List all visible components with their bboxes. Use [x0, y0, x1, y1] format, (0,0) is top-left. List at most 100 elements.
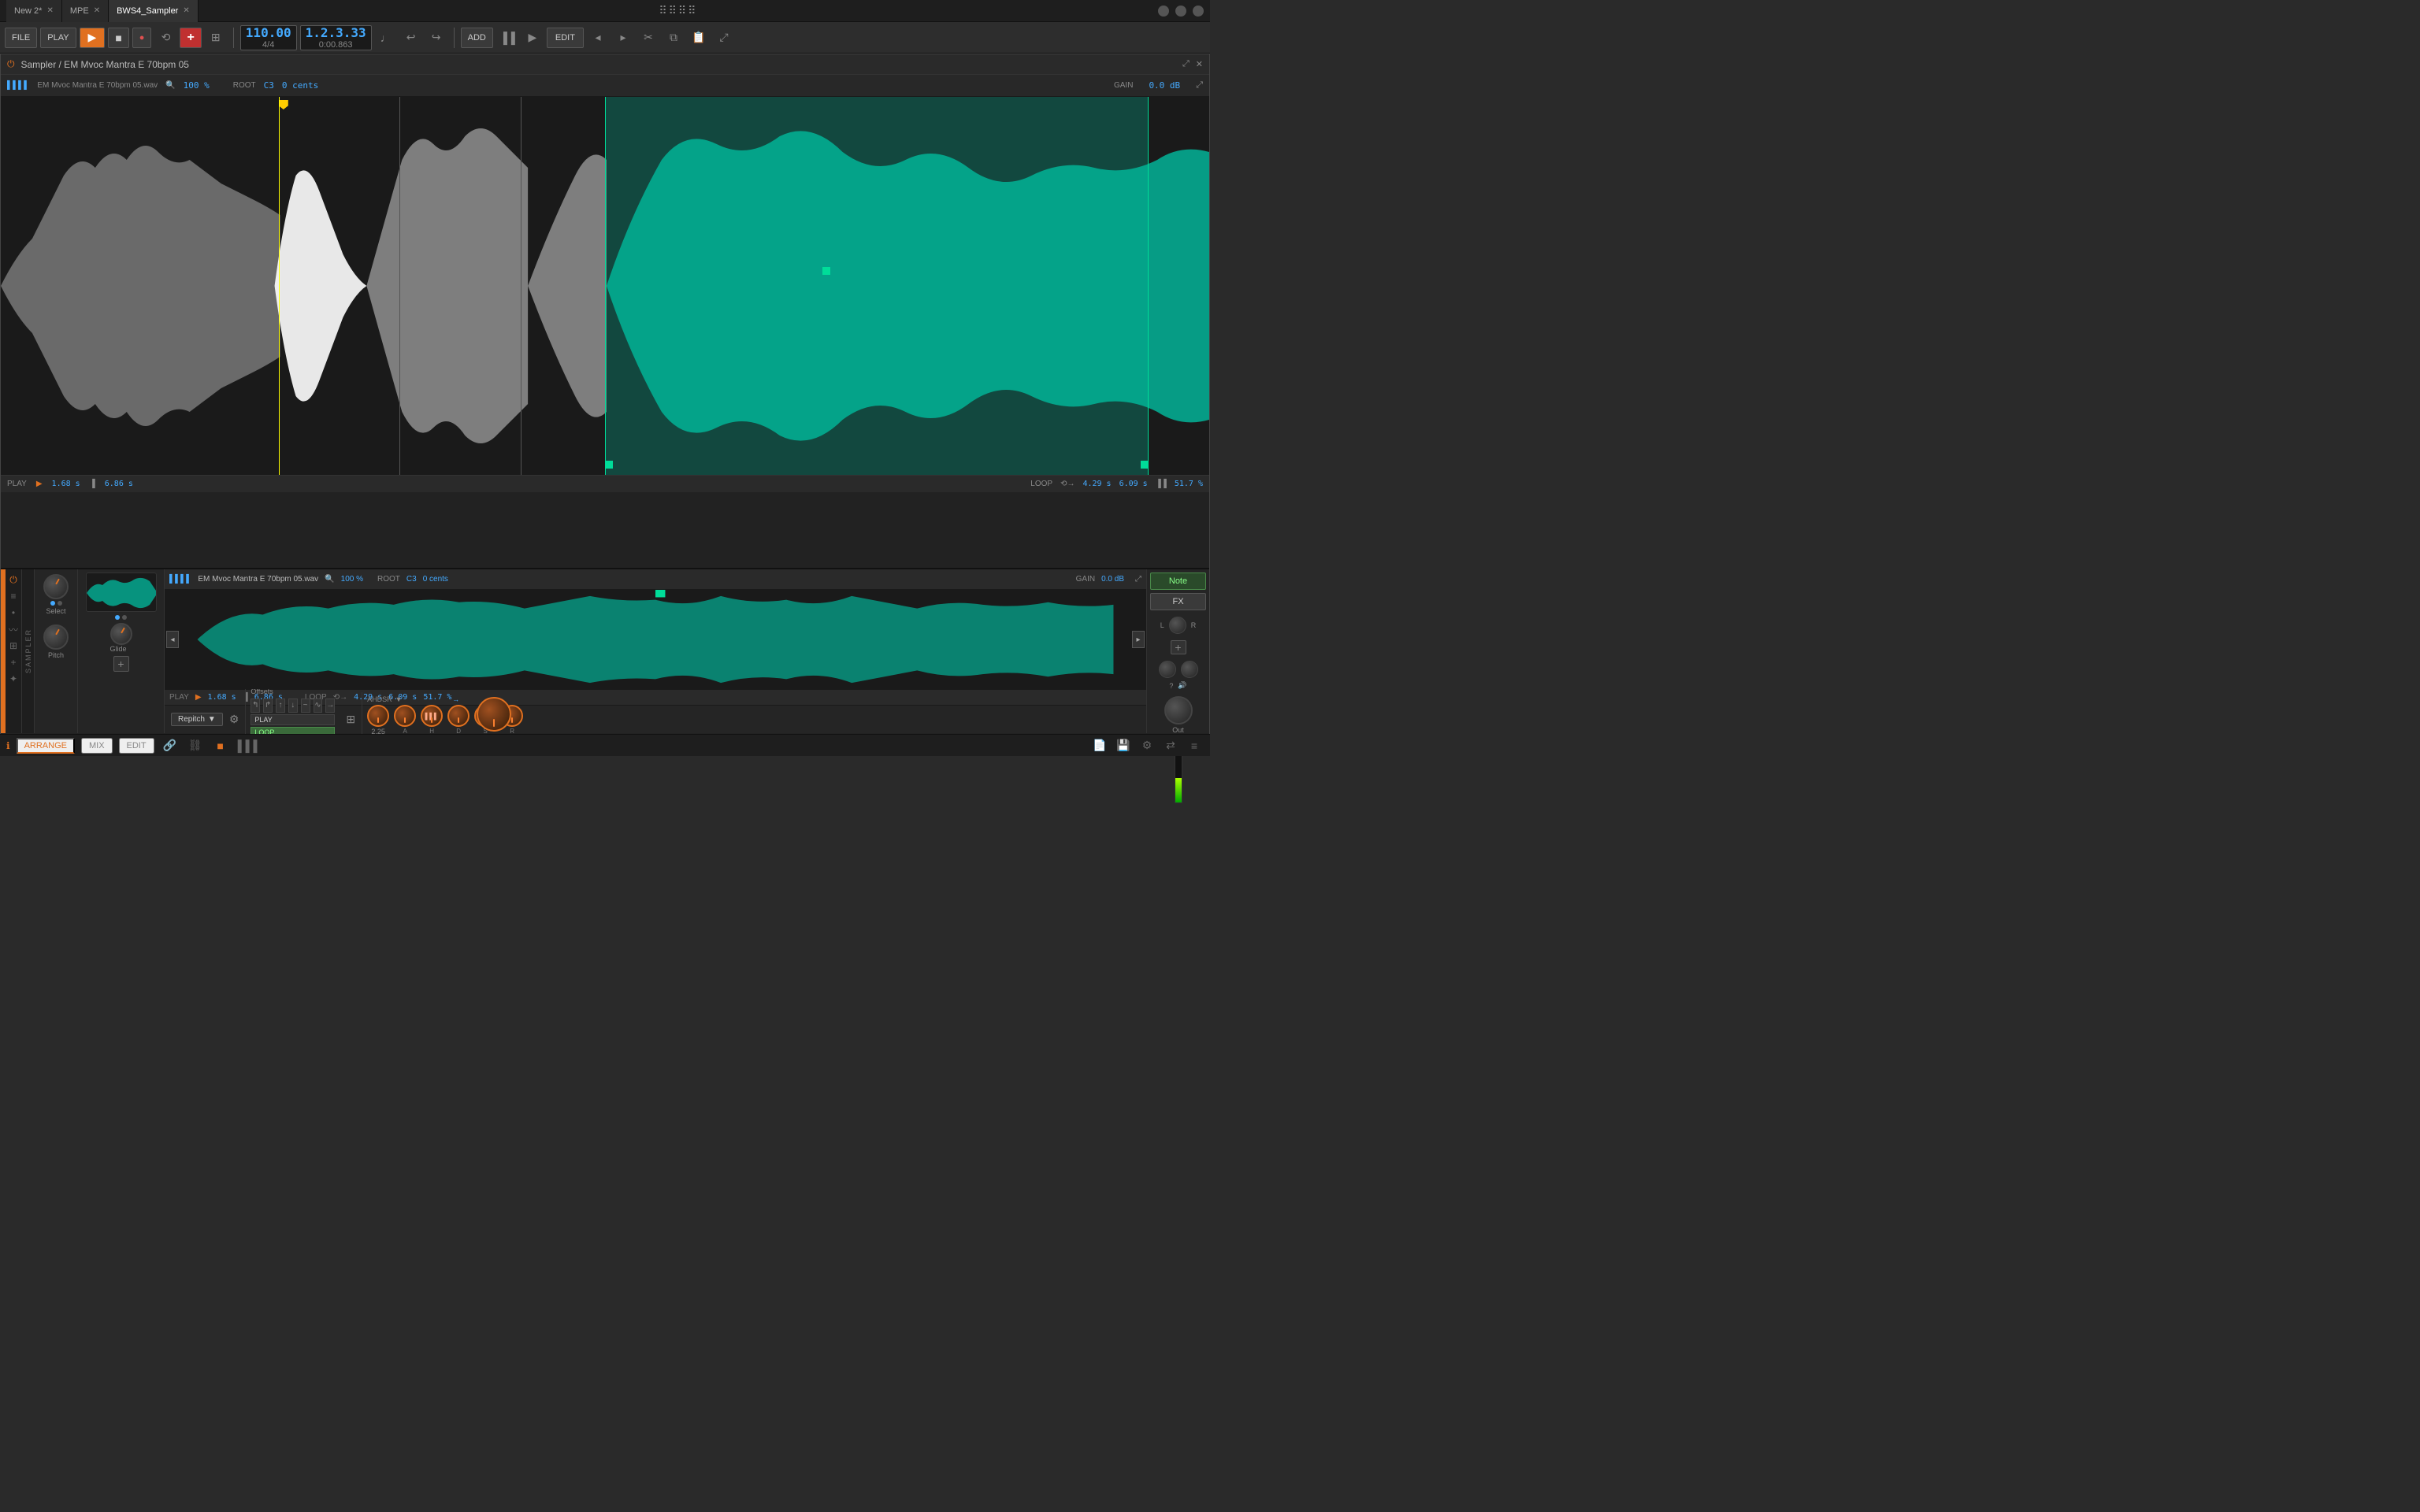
- expand-icon[interactable]: ⤢: [1182, 59, 1190, 69]
- add-sampler-button[interactable]: +: [1171, 640, 1186, 654]
- expand2-icon[interactable]: ⤢: [1196, 80, 1203, 91]
- gain-label: GAIN: [1114, 81, 1133, 90]
- add-label-button[interactable]: ADD: [461, 28, 493, 48]
- grid-strip-icon[interactable]: ⊞: [6, 639, 20, 653]
- chain-icon[interactable]: ⛓: [186, 736, 205, 755]
- bars-icon[interactable]: ▐▐▐: [236, 736, 255, 755]
- tab-mpe[interactable]: MPE ✕: [62, 0, 109, 22]
- l-label: L: [1160, 621, 1164, 629]
- ahdsr-label: AHDSR ▼ →: [367, 695, 459, 703]
- edit-tab[interactable]: EDIT: [119, 738, 154, 754]
- tab-bws4-close[interactable]: ✕: [183, 6, 189, 15]
- speaker-label: 🔊: [1178, 681, 1186, 690]
- select-knob[interactable]: [43, 574, 69, 599]
- mini-expand-icon[interactable]: ⤢: [1135, 575, 1141, 584]
- play-label-button[interactable]: PLAY: [40, 28, 76, 48]
- pitch-knob[interactable]: [43, 624, 69, 650]
- pan-knob[interactable]: [1159, 661, 1176, 678]
- move-button[interactable]: ⤢: [713, 27, 735, 49]
- left-arrow-button[interactable]: ◂: [587, 27, 609, 49]
- undo-button[interactable]: ↩: [400, 27, 422, 49]
- note-button[interactable]: Note: [1150, 573, 1206, 590]
- file-button[interactable]: FILE: [5, 28, 37, 48]
- wave-btn[interactable]: ∿: [314, 699, 323, 713]
- play-button[interactable]: ▶: [80, 28, 106, 48]
- play2-button[interactable]: ▶: [521, 27, 544, 49]
- repitch-button[interactable]: Repitch ▼: [171, 713, 223, 726]
- sampler-mini-wave[interactable]: ◂ ▸: [165, 590, 1146, 689]
- freq-knob[interactable]: [367, 705, 389, 727]
- close-button[interactable]: [1193, 6, 1204, 17]
- time-display[interactable]: 1.2.3.33 0:00.863: [300, 25, 372, 50]
- tab-bws4[interactable]: BWS4_Sampler ✕: [109, 0, 199, 22]
- loop-end-marker[interactable]: [1141, 461, 1149, 469]
- next-button[interactable]: ▸: [1132, 631, 1145, 648]
- arrows-tb-icon[interactable]: ⇄: [1161, 736, 1180, 755]
- arrange-tab[interactable]: ARRANGE: [17, 738, 75, 754]
- list-tb-icon[interactable]: ≡: [1185, 736, 1204, 755]
- mini-dot-1: [115, 615, 120, 620]
- file-tb-icon[interactable]: 📄: [1090, 736, 1109, 755]
- l-knob[interactable]: [1169, 617, 1186, 634]
- star-strip-icon[interactable]: ✦: [6, 672, 20, 686]
- speed-knob[interactable]: [477, 697, 511, 732]
- a-knob[interactable]: [394, 705, 416, 727]
- right-curve-btn[interactable]: ↱: [263, 699, 273, 713]
- edit-button[interactable]: EDIT: [547, 28, 584, 48]
- tab-new2-close[interactable]: ✕: [46, 6, 53, 15]
- loop-button[interactable]: ⟲: [154, 27, 176, 49]
- mix-tab[interactable]: MIX: [81, 738, 113, 754]
- grid-icon-2[interactable]: ⊞: [346, 713, 355, 726]
- power-icon[interactable]: ⏻: [7, 58, 15, 70]
- left-curve-btn[interactable]: ↰: [251, 699, 260, 713]
- bars-strip-icon[interactable]: ≡: [6, 589, 20, 603]
- link-icon[interactable]: 🔗: [161, 736, 180, 755]
- maximize-button[interactable]: [1175, 6, 1186, 17]
- right-arrow-button[interactable]: ▸: [612, 27, 634, 49]
- save-tb-icon[interactable]: 💾: [1114, 736, 1133, 755]
- paste-button[interactable]: 📋: [688, 27, 710, 49]
- waveform-area[interactable]: [1, 97, 1209, 475]
- loop-start-marker[interactable]: [605, 461, 613, 469]
- stop-button[interactable]: ■: [108, 28, 128, 48]
- scissors-button[interactable]: ✂: [637, 27, 659, 49]
- settings-icon[interactable]: ⚙: [229, 713, 239, 726]
- plus-strip-icon[interactable]: +: [6, 655, 20, 669]
- dn-btn[interactable]: ↓: [288, 699, 298, 713]
- fx-button[interactable]: FX: [1150, 593, 1206, 610]
- info-icon[interactable]: ℹ: [6, 740, 10, 751]
- glide-knob[interactable]: [110, 623, 132, 645]
- tilde-btn[interactable]: ~: [301, 699, 310, 713]
- square-icon[interactable]: ■: [211, 736, 230, 755]
- record-button[interactable]: ●: [132, 28, 152, 48]
- mid-marker[interactable]: [822, 267, 830, 275]
- close-icon[interactable]: ✕: [1196, 59, 1203, 69]
- mini-dot-2: [122, 615, 127, 620]
- copy-button[interactable]: ⧉: [663, 27, 685, 49]
- tab-mpe-close[interactable]: ✕: [94, 6, 100, 15]
- metronome-button[interactable]: ♩: [375, 27, 397, 49]
- prev-button[interactable]: ◂: [166, 631, 179, 648]
- wave-strip-icon[interactable]: 〰: [6, 622, 20, 636]
- power-strip-icon[interactable]: ⏻: [6, 573, 20, 587]
- play-offset-btn[interactable]: PLAY: [251, 714, 335, 725]
- tempo-display[interactable]: 110.00 4/4: [240, 25, 297, 50]
- out-knob[interactable]: [1164, 696, 1193, 724]
- up-btn[interactable]: ↑: [276, 699, 285, 713]
- redo-button[interactable]: ↪: [425, 27, 447, 49]
- d-knob[interactable]: [447, 705, 470, 727]
- right-arrow-offset[interactable]: →: [325, 699, 335, 713]
- bars-button[interactable]: ▐▐: [496, 27, 518, 49]
- add-button[interactable]: +: [180, 28, 201, 48]
- plus-button[interactable]: +: [113, 656, 129, 672]
- minimize-button[interactable]: [1158, 6, 1169, 17]
- mini-waveform-thumb: [86, 573, 157, 612]
- vol-knob[interactable]: [1181, 661, 1198, 678]
- h-knob[interactable]: ▌▌▌: [421, 705, 443, 727]
- settings-tb-icon[interactable]: ⚙: [1138, 736, 1156, 755]
- dot-strip-icon[interactable]: •: [6, 606, 20, 620]
- top-center: ⠿⠿⠿⠿: [199, 4, 1158, 17]
- vu-fill: [1175, 778, 1182, 802]
- tab-new2[interactable]: New 2* ✕: [6, 0, 62, 22]
- grid-button[interactable]: ⊞: [205, 27, 227, 49]
